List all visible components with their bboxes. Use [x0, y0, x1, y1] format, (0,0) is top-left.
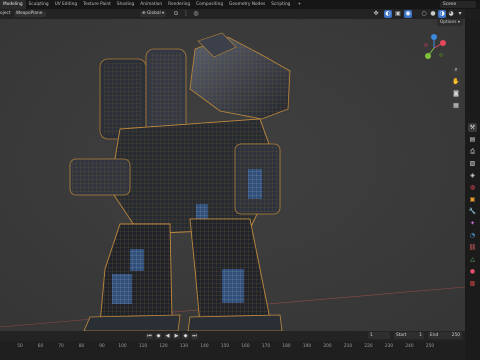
start-value: 1 — [419, 333, 422, 338]
frame-tick-label: 200 — [323, 344, 332, 349]
pivot-icon[interactable]: ⊙ — [172, 10, 180, 18]
keyframe-prev-icon[interactable]: ◆ — [155, 333, 162, 339]
scene-selector[interactable]: Scene — [440, 1, 476, 8]
workspace-tab[interactable]: Compositing — [193, 0, 226, 9]
scene-tab-icon[interactable]: ◈ — [468, 171, 477, 180]
workspace-tab[interactable]: Rendering — [165, 0, 193, 9]
frame-tick-label: 240 — [405, 344, 414, 349]
frame-tick-label: 160 — [241, 344, 250, 349]
gizmo-visibility-icon[interactable]: ✥ — [372, 10, 380, 18]
frame-tick-label: 230 — [384, 344, 394, 349]
data-tab-icon[interactable]: △ — [468, 255, 477, 264]
start-label: Start — [396, 333, 407, 338]
modifier-tab-icon[interactable]: 🔧 — [468, 207, 477, 216]
object-name-field[interactable]: WeapoPlane — [14, 11, 46, 17]
workspace-bar: Modeling Sculpting UV Editing Texture Paint… — [0, 0, 480, 9]
zoom-icon[interactable]: ⌕ — [451, 65, 461, 75]
snap-icon[interactable]: ⋮ — [182, 10, 190, 18]
frame-tick-label: 210 — [343, 344, 353, 349]
object-name: WeapoPlane — [16, 11, 43, 16]
jump-end-icon[interactable]: ⏭ — [191, 333, 198, 339]
workspace-tab[interactable]: Shading — [114, 0, 137, 9]
hand-icon[interactable]: ✋ — [451, 77, 461, 87]
properties-tab-strip: ⚒ ▤ ⎙ ▧ ◈ ◍ ▣ 🔧 ✦ ◔ ⛓ △ ● ▩ — [465, 19, 480, 360]
add-workspace-button[interactable]: + — [295, 0, 305, 9]
workspace-tab[interactable]: UV Editing — [52, 0, 80, 9]
frame-tick-label: 80 — [78, 344, 85, 349]
frame-tick-label: 170 — [261, 344, 271, 349]
proportional-edit-icon[interactable]: ◎ — [192, 10, 200, 18]
workspace-tab[interactable]: Scripting — [268, 0, 293, 9]
viewport-canvas — [0, 19, 465, 331]
frame-tick-label: 150 — [220, 344, 230, 349]
frame-tick-label: 250 — [425, 344, 435, 349]
end-value: 250 — [451, 333, 460, 338]
shading-options-icon[interactable]: ▾ — [456, 10, 464, 18]
play-reverse-icon[interactable]: ◀ — [164, 333, 171, 339]
constraints-tab-icon[interactable]: ⛓ — [468, 243, 477, 252]
frame-ruler[interactable]: 50 60 70 80 90 100 110 120 130 140 150 160 170 180 190… — [0, 341, 465, 360]
tool-tab-icon[interactable]: ⚒ — [468, 123, 477, 132]
grid-icon[interactable]: ▦ — [451, 101, 461, 111]
frame-tick-label: 100 — [118, 344, 127, 349]
shading-rendered-icon[interactable]: ◕ — [447, 10, 455, 18]
texture-tab-icon[interactable]: ▩ — [468, 279, 477, 288]
physics-tab-icon[interactable]: ◔ — [468, 231, 477, 240]
frame-tick-label: 190 — [302, 344, 312, 349]
timeline: ⏮ ◆ ◀ ▶ ◆ ⏭ 1 Start 1 End 250 50 60 70 80 90… — [0, 331, 465, 360]
material-tab-icon[interactable]: ● — [468, 267, 477, 276]
keyframe-next-icon[interactable]: ◆ — [182, 333, 189, 339]
frame-tick-label: 130 — [179, 344, 189, 349]
workspace-tab[interactable]: Sculpting — [26, 0, 52, 9]
shading-material-icon[interactable]: ◑ — [438, 10, 446, 18]
scene-name: Scene — [443, 2, 457, 7]
viewport-visibility-icon[interactable]: ◉ — [404, 10, 412, 18]
options-label: Options — [439, 20, 457, 25]
particles-tab-icon[interactable]: ✦ — [468, 219, 477, 228]
frame-tick-label: 220 — [364, 344, 373, 349]
object-mode-label: oject — [0, 11, 11, 16]
3d-viewport[interactable]: ⌕ ✋ ◙ ▦ Options ▾ — [0, 19, 465, 331]
frame-tick-label: 60 — [37, 344, 44, 349]
render-tab-icon[interactable]: ▤ — [468, 135, 477, 144]
frame-tick-label: 180 — [282, 344, 291, 349]
shading-wireframe-icon[interactable]: ○ — [420, 10, 428, 18]
workspace-tab[interactable]: Geometry Nodes — [226, 0, 268, 9]
transform-orientation-label: Global — [146, 11, 161, 16]
workspace-tab[interactable]: Texture Paint — [80, 0, 114, 9]
camera-icon[interactable]: ◙ — [451, 89, 461, 99]
workspace-tab[interactable]: Modeling — [0, 0, 26, 9]
viewport-header: oject WeapoPlane ⊕ Global ▾ ⊙ ⋮ ◎ ✥ ◐ ▣ … — [0, 9, 465, 19]
shading-solid-icon[interactable]: ● — [429, 10, 437, 18]
current-frame-value: 1 — [370, 333, 373, 338]
end-frame-field[interactable]: End 250 — [428, 332, 462, 339]
output-tab-icon[interactable]: ⎙ — [468, 147, 477, 156]
start-frame-field[interactable]: Start 1 — [394, 332, 424, 339]
play-icon[interactable]: ▶ — [173, 333, 180, 339]
object-tab-icon[interactable]: ▣ — [468, 195, 477, 204]
end-label: End — [430, 333, 439, 338]
xray-toggle-icon[interactable]: ▣ — [394, 10, 402, 18]
workspace-tabs: Modeling Sculpting UV Editing Texture Paint… — [0, 0, 293, 9]
jump-start-icon[interactable]: ⏮ — [146, 333, 153, 339]
frame-tick-label: 90 — [99, 344, 105, 349]
world-tab-icon[interactable]: ◍ — [468, 183, 477, 192]
frame-tick-label: 110 — [138, 344, 148, 349]
frame-tick-label: 70 — [58, 344, 64, 349]
navigation-gizmo[interactable] — [419, 33, 449, 63]
current-frame-field[interactable]: 1 — [368, 332, 390, 339]
frame-tick-label: 140 — [200, 344, 209, 349]
options-dropdown[interactable]: Options ▾ — [436, 19, 463, 26]
overlays-icon[interactable]: ◐ — [384, 10, 392, 18]
transform-orientation-dropdown[interactable]: ⊕ Global ▾ — [140, 11, 167, 17]
workspace-tab[interactable]: Animation — [137, 0, 165, 9]
view-layer-tab-icon[interactable]: ▧ — [468, 159, 477, 168]
playback-controls: ⏮ ◆ ◀ ▶ ◆ ⏭ 1 Start 1 End 250 — [0, 331, 465, 341]
frame-tick-label: 120 — [159, 344, 168, 349]
frame-tick-label: 50 — [17, 344, 23, 349]
